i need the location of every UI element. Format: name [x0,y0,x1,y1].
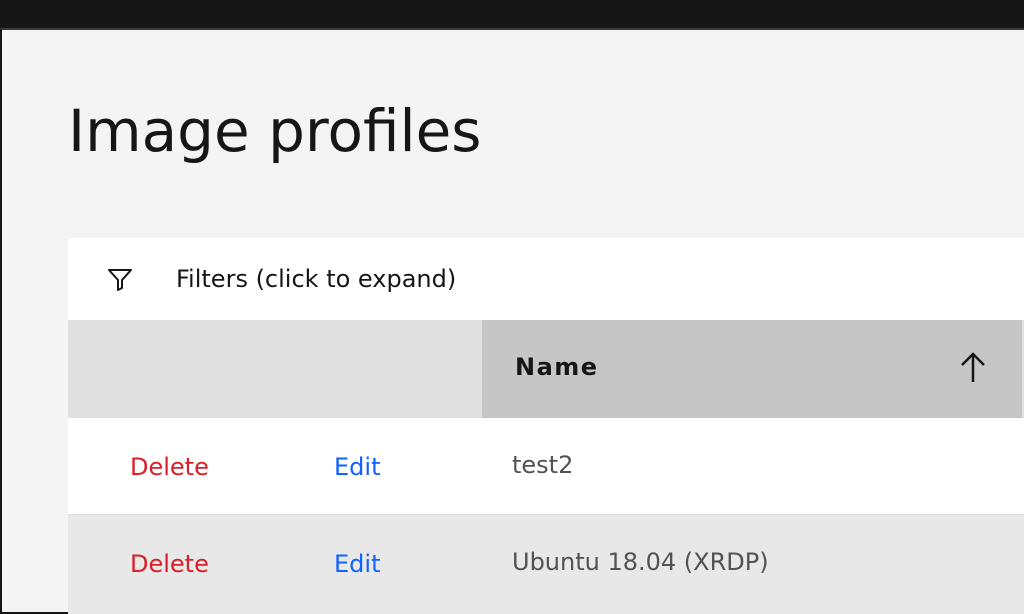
top-bar [0,0,1024,30]
page-title: Image profiles [68,97,482,165]
arrow-up-icon [958,350,988,386]
delete-link[interactable]: Delete [130,549,209,579]
profile-name: test2 [512,451,574,479]
edit-link[interactable]: Edit [334,452,380,482]
table-header-row: Name [68,320,1024,418]
delete-link[interactable]: Delete [130,452,209,482]
column-header-name[interactable]: Name [482,320,1022,418]
image-profiles-table: Filters (click to expand) Name Delete Ed… [68,238,1024,614]
table-row: Delete Edit test2 [68,418,1024,515]
filters-label: Filters (click to expand) [176,265,457,293]
filter-icon [106,266,134,294]
filters-toggle[interactable]: Filters (click to expand) [68,238,1024,320]
table-row: Delete Edit Ubuntu 18.04 (XRDP) [68,515,1024,614]
edit-link[interactable]: Edit [334,549,380,579]
profile-name: Ubuntu 18.04 (XRDP) [512,548,769,576]
main-content: Image profiles Filters (click to expand)… [0,28,1024,614]
column-header-name-label: Name [515,353,599,381]
